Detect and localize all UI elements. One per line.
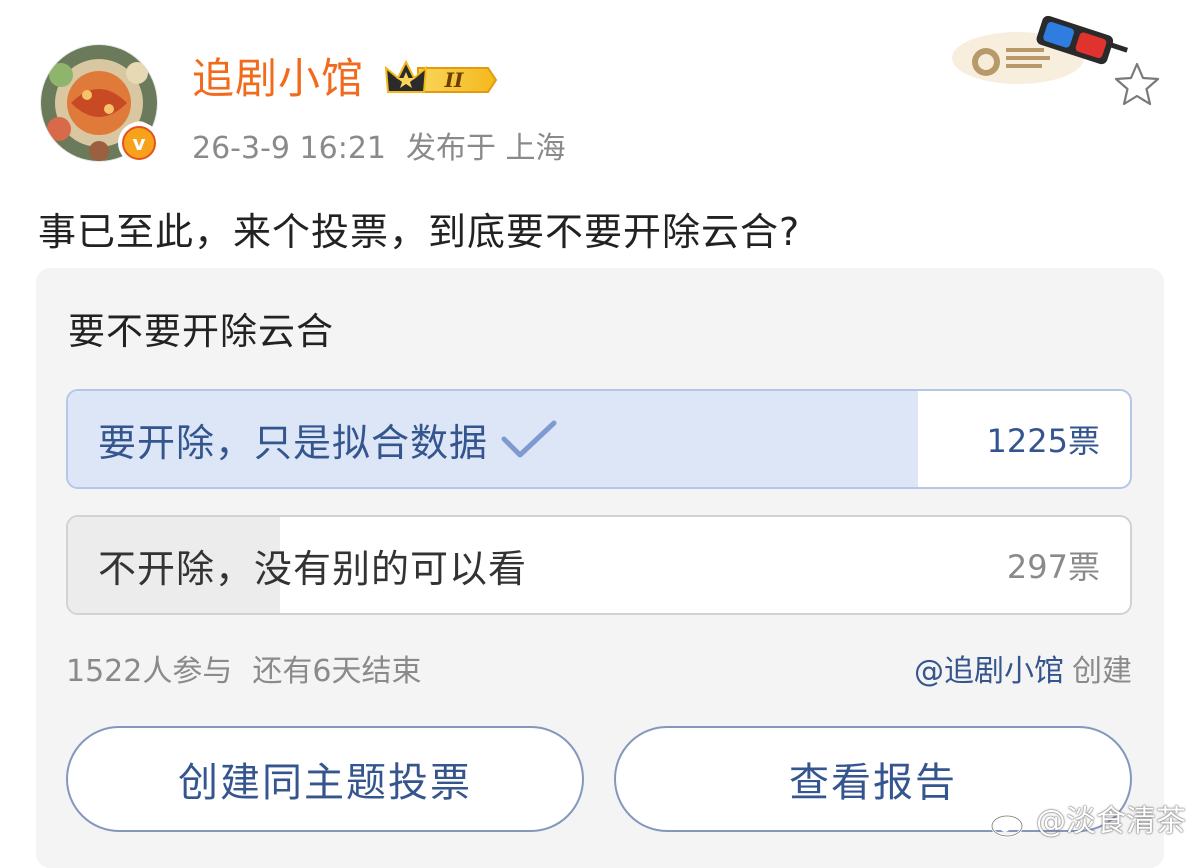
vote-option-1[interactable]: 要开除，只是拟合数据 1225票 (66, 389, 1132, 489)
create-same-topic-vote-button[interactable]: 创建同主题投票 (66, 726, 584, 832)
weibo-logo-icon (990, 808, 1028, 838)
vote-creator: @追剧小馆 创建 (914, 648, 1132, 696)
3d-glasses-badge-icon (948, 10, 1129, 90)
vote-participants: 1522人参与 (66, 654, 233, 689)
post-text: 事已至此，来个投票，到底要不要开除云合? (38, 210, 801, 254)
star-icon[interactable] (1112, 60, 1162, 110)
post-time: 26-3-9 16:21 (192, 131, 386, 166)
vote-option-1-count: 1225票 (986, 422, 1100, 460)
vote-option-1-label: 要开除，只是拟合数据 (98, 420, 489, 465)
crown-level-icon[interactable]: II (384, 58, 500, 102)
vote-stats: 1522人参与 还有6天结束 (66, 648, 421, 696)
watermark: @淡食清茶 (990, 800, 1186, 844)
vote-option-2[interactable]: 不开除，没有别的可以看 297票 (66, 515, 1132, 615)
post-location: 发布于 上海 (406, 131, 566, 166)
verified-v-icon: v (118, 122, 160, 164)
svg-text:II: II (444, 68, 464, 92)
checkmark-icon (501, 420, 557, 458)
post-meta: 26-3-9 16:21 发布于 上海 (192, 126, 566, 172)
watermark-text: @淡食清茶 (1036, 804, 1186, 839)
author-name[interactable]: 追剧小馆 (192, 50, 364, 108)
vote-remaining: 还有6天结束 (252, 654, 422, 689)
vote-title: 要不要开除云合 (68, 310, 334, 353)
vote-option-2-label: 不开除，没有别的可以看 (98, 546, 528, 591)
vote-creator-link[interactable]: @追剧小馆 (914, 654, 1064, 689)
vote-option-2-count: 297票 (1006, 548, 1100, 586)
vote-creator-action: 创建 (1072, 654, 1132, 689)
